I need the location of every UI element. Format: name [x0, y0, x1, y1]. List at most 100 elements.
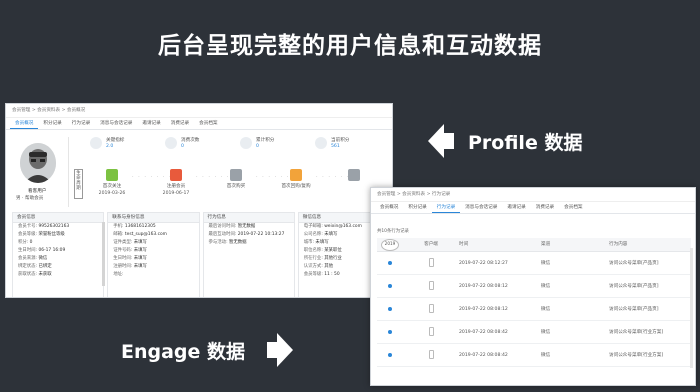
avatar	[20, 143, 56, 183]
current-points-icon	[315, 137, 327, 149]
purchase-count-icon	[165, 137, 177, 149]
profile-callout: Profile 数据	[428, 124, 582, 158]
timeline-node-end	[332, 169, 376, 181]
stat-label: 当前积分	[331, 137, 350, 143]
panel-row: 地址:	[113, 272, 124, 277]
panel-row: 会员来源: 微信	[18, 256, 48, 261]
panel-title: 会员信息	[13, 213, 104, 223]
panel-row: 参与活动: 暂无数据	[208, 240, 247, 245]
panel-title: 行为信息	[203, 213, 294, 223]
panel-row: 邮箱: test_sup@163.com	[113, 232, 167, 237]
panel-row: 生日时间: 06-17 16:09	[18, 248, 66, 253]
timeline-bullet-icon	[388, 329, 392, 334]
tab-messages[interactable]: 消息与会话记录	[95, 118, 137, 129]
key-metric-icon	[90, 137, 102, 149]
tab-member-overview[interactable]: 会员概况	[10, 118, 39, 129]
tab-invites[interactable]: 邀请记录	[502, 202, 530, 213]
phone-icon	[428, 258, 434, 267]
stat-purchase-count: 消费次数 0	[165, 137, 240, 149]
divider	[68, 137, 69, 207]
tab-member-overview[interactable]: 会员概况	[375, 202, 403, 213]
table-row[interactable]: 2019-07-22 08:08:12 微信 访问公众号菜单[产品页]	[377, 275, 691, 298]
phone-icon	[428, 327, 434, 336]
breadcrumb: 会员管理 > 会员资料表 > 行为记录	[371, 188, 695, 202]
panel-row: 最后访问时间: 暂无数据	[208, 224, 256, 229]
behavior-table: 2019 客户端 时间 渠道 行为内容 2019-07-22 08:12:27 …	[377, 238, 691, 367]
panel-row: 获取状态: 未获取	[18, 272, 52, 277]
col-time: 时间	[459, 242, 469, 247]
user-gender-tag: 男 · 帮助会员	[16, 196, 44, 201]
table-header: 2019 客户端 时间 渠道 行为内容	[377, 238, 691, 252]
row-channel: 微信	[541, 284, 551, 289]
table-row[interactable]: 2019-07-22 08:08:42 微信 访问公众号菜单[行业方案]	[377, 344, 691, 367]
phone-icon	[428, 281, 434, 290]
member-info-panel: 会员信息 会员卡号: 99526302163 会员等级: 荣誉粉丝等级 积分: …	[12, 212, 105, 297]
timeline-node-repurchase: 首次回购/复购	[274, 169, 318, 189]
stats-row: 关键指标 2.0 消费次数 0 累计积分 0 当前积分 561	[90, 137, 390, 149]
stat-total-points: 累计积分 0	[240, 137, 315, 149]
timeline-date: 2019-03-26	[98, 191, 126, 196]
row-time: 2019-07-22 08:12:27	[459, 261, 508, 266]
stat-value: 0	[256, 143, 259, 149]
tab-invites[interactable]: 邀请记录	[137, 118, 165, 129]
row-channel: 微信	[541, 353, 551, 358]
follow-icon	[106, 169, 118, 181]
tab-behavior[interactable]: 行为记录	[431, 202, 461, 213]
info-panels: 会员信息 会员卡号: 99526302163 会员等级: 荣誉粉丝等级 积分: …	[12, 212, 390, 297]
tab-purchases[interactable]: 消费记录	[531, 202, 559, 213]
panel-row: 手机: 13681612305	[113, 224, 156, 229]
stat-label: 累计积分	[256, 137, 275, 143]
tab-messages[interactable]: 消息与会话记录	[460, 202, 502, 213]
timeline-bullet-icon	[388, 306, 392, 311]
tab-member-file[interactable]: 会员档案	[194, 118, 222, 129]
table-row[interactable]: 2019-07-22 08:08:12 微信 访问公众号菜单[产品页]	[377, 298, 691, 321]
year-badge: 2019	[381, 239, 399, 251]
row-channel: 微信	[541, 330, 551, 335]
timeline-bullet-icon	[388, 283, 392, 288]
behavior-info-panel: 行为信息 最后访问时间: 暂无数据 最后互动时间: 2019-07-22 10:…	[202, 212, 295, 297]
col-channel: 渠道	[541, 242, 551, 247]
panel-row: 最后互动时间: 2019-07-22 10:13:27	[208, 232, 285, 237]
year-col: 2019	[377, 238, 403, 251]
record-count: 共10条行为记录	[377, 229, 409, 234]
engage-window: 会员管理 > 会员资料表 > 行为记录 会员概况 积分记录 行为记录 消息与会话…	[370, 187, 696, 386]
row-channel: 微信	[541, 261, 551, 266]
vip-icon	[348, 169, 360, 181]
engage-callout: Engage 数据	[121, 333, 294, 367]
row-content: 访问公众号菜单[行业方案]	[609, 330, 664, 335]
engage-callout-label: Engage 数据	[121, 340, 246, 363]
tab-purchases[interactable]: 消费记录	[166, 118, 194, 129]
table-scrollbar[interactable]	[690, 248, 693, 368]
col-client: 客户端	[424, 242, 438, 247]
timeline-node-register: 注册会员 2019-06-17	[154, 169, 198, 196]
stat-current-points: 当前积分 561	[315, 137, 390, 149]
timeline-label: 首次购买	[226, 184, 246, 189]
cart-icon	[230, 169, 242, 181]
panel-row: 绑定状态: 已绑定	[18, 264, 52, 269]
stat-label: 消费次数	[181, 137, 200, 143]
arrow-right-icon	[267, 333, 294, 367]
panel-scrollbar[interactable]	[102, 222, 105, 286]
row-time: 2019-07-22 08:08:42	[459, 353, 508, 358]
tab-points[interactable]: 积分记录	[38, 118, 66, 129]
tab-points[interactable]: 积分记录	[403, 202, 431, 213]
row-channel: 微信	[541, 307, 551, 312]
timeline-label: 首次关注	[102, 184, 122, 189]
table-row[interactable]: 2019-07-22 08:08:42 微信 访问公众号菜单[行业方案]	[377, 321, 691, 344]
stat-value: 561	[331, 143, 340, 149]
phone-icon	[428, 350, 434, 359]
panel-row: 生日时间: 未填写	[113, 256, 147, 261]
panel-row: 会员卡号: 99526302163	[18, 224, 70, 229]
row-time: 2019-07-22 08:08:12	[459, 307, 508, 312]
lifecycle-timeline: 首次关注 2019-03-26 · · · · · · · 注册会员 2019-…	[90, 169, 390, 201]
tab-member-file[interactable]: 会员档案	[559, 202, 587, 213]
profile-callout-label: Profile 数据	[468, 131, 583, 154]
arrow-left-icon	[428, 124, 454, 158]
timeline-node-follow: 首次关注 2019-03-26	[90, 169, 134, 196]
timeline-node-first-purchase: 首次购买	[214, 169, 258, 189]
table-row[interactable]: 2019-07-22 08:12:27 微信 访问公众号菜单[产品页]	[377, 252, 691, 275]
profile-window: 会员管理 > 会员资料表 > 会员概况 会员概况 积分记录 行为记录 消息与会话…	[5, 103, 393, 298]
user-name: 看客用户	[28, 189, 47, 194]
row-content: 访问公众号菜单[产品页]	[609, 284, 659, 289]
tab-behavior[interactable]: 行为记录	[67, 118, 95, 129]
